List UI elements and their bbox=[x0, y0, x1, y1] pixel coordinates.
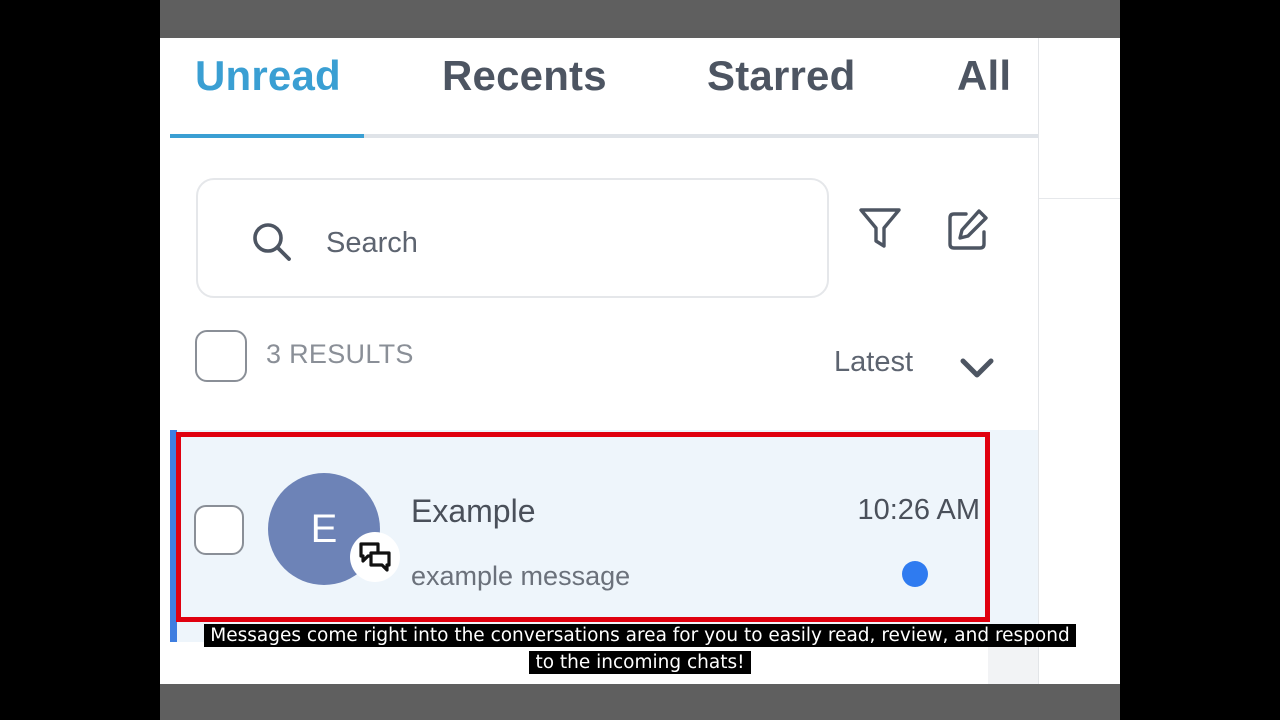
contact-name: Example bbox=[411, 493, 536, 529]
tab-unread[interactable]: Unread bbox=[195, 52, 341, 100]
search-box[interactable] bbox=[196, 178, 829, 298]
conversation-tabs: Unread Recents Starred All bbox=[160, 38, 1038, 141]
video-frame: Unread Recents Starred All 3 RESULTS Lat… bbox=[160, 0, 1120, 720]
conversation-checkbox[interactable] bbox=[194, 505, 244, 555]
active-tab-indicator bbox=[170, 134, 364, 138]
right-pane bbox=[1038, 38, 1120, 684]
tab-starred[interactable]: Starred bbox=[707, 52, 855, 100]
compose-icon[interactable] bbox=[946, 206, 990, 252]
avatar-initial: E bbox=[310, 506, 338, 551]
search-icon bbox=[253, 223, 291, 261]
message-timestamp: 10:26 AM bbox=[857, 494, 980, 526]
sort-dropdown-label[interactable]: Latest bbox=[834, 346, 913, 379]
search-input[interactable] bbox=[326, 220, 806, 266]
caption-text: Messages come right into the conversatio… bbox=[204, 624, 1076, 674]
tab-recents[interactable]: Recents bbox=[442, 52, 607, 100]
filter-icon[interactable] bbox=[858, 206, 902, 252]
selected-row-accent bbox=[170, 430, 177, 642]
tutorial-caption: Messages come right into the conversatio… bbox=[200, 622, 1080, 676]
top-letterbox-bar bbox=[160, 0, 1120, 38]
bottom-letterbox-bar bbox=[160, 684, 1120, 720]
results-count: 3 RESULTS bbox=[266, 339, 414, 369]
channel-badge bbox=[350, 532, 400, 582]
tab-all[interactable]: All bbox=[957, 52, 1011, 100]
chat-bubbles-icon bbox=[359, 542, 391, 572]
select-all-checkbox[interactable] bbox=[195, 330, 247, 382]
right-pane-divider bbox=[1039, 198, 1120, 199]
unread-indicator bbox=[902, 561, 928, 587]
message-preview: example message bbox=[411, 561, 631, 591]
chevron-down-icon[interactable] bbox=[958, 352, 996, 382]
